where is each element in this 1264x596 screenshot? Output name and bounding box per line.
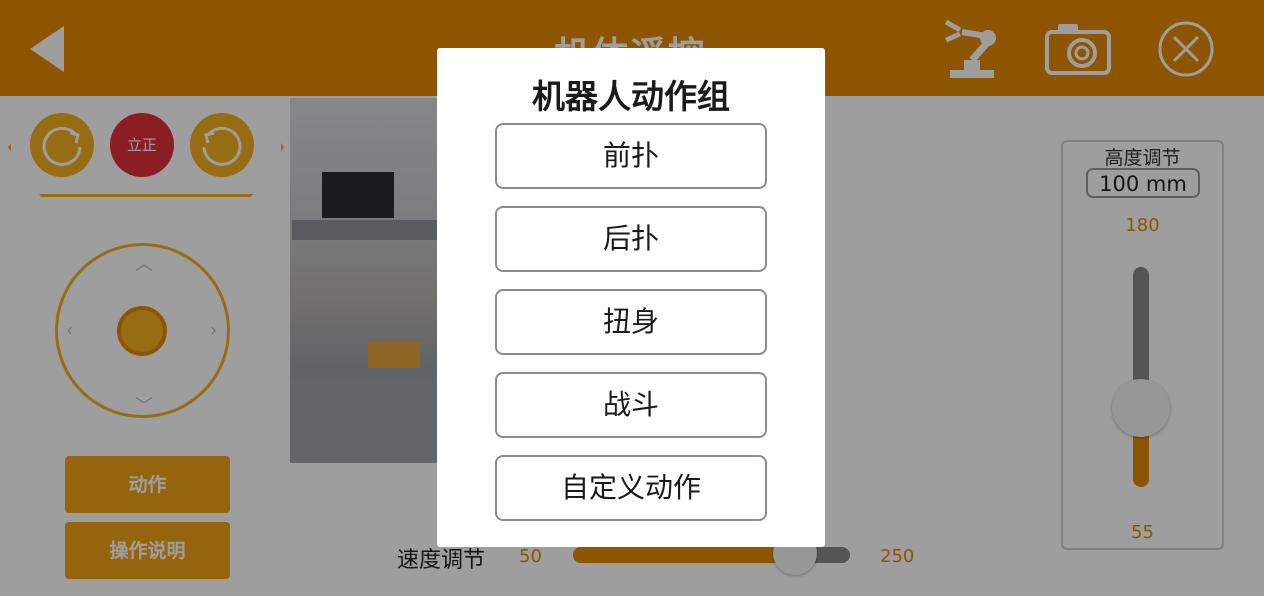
action-forward-pounce-button[interactable]: 前扑: [495, 123, 767, 189]
action-custom-button[interactable]: 自定义动作: [495, 455, 767, 521]
action-fight-button[interactable]: 战斗: [495, 372, 767, 438]
action-backward-pounce-button[interactable]: 后扑: [495, 206, 767, 272]
action-twist-button[interactable]: 扭身: [495, 289, 767, 355]
dialog-title: 机器人动作组: [532, 77, 730, 116]
